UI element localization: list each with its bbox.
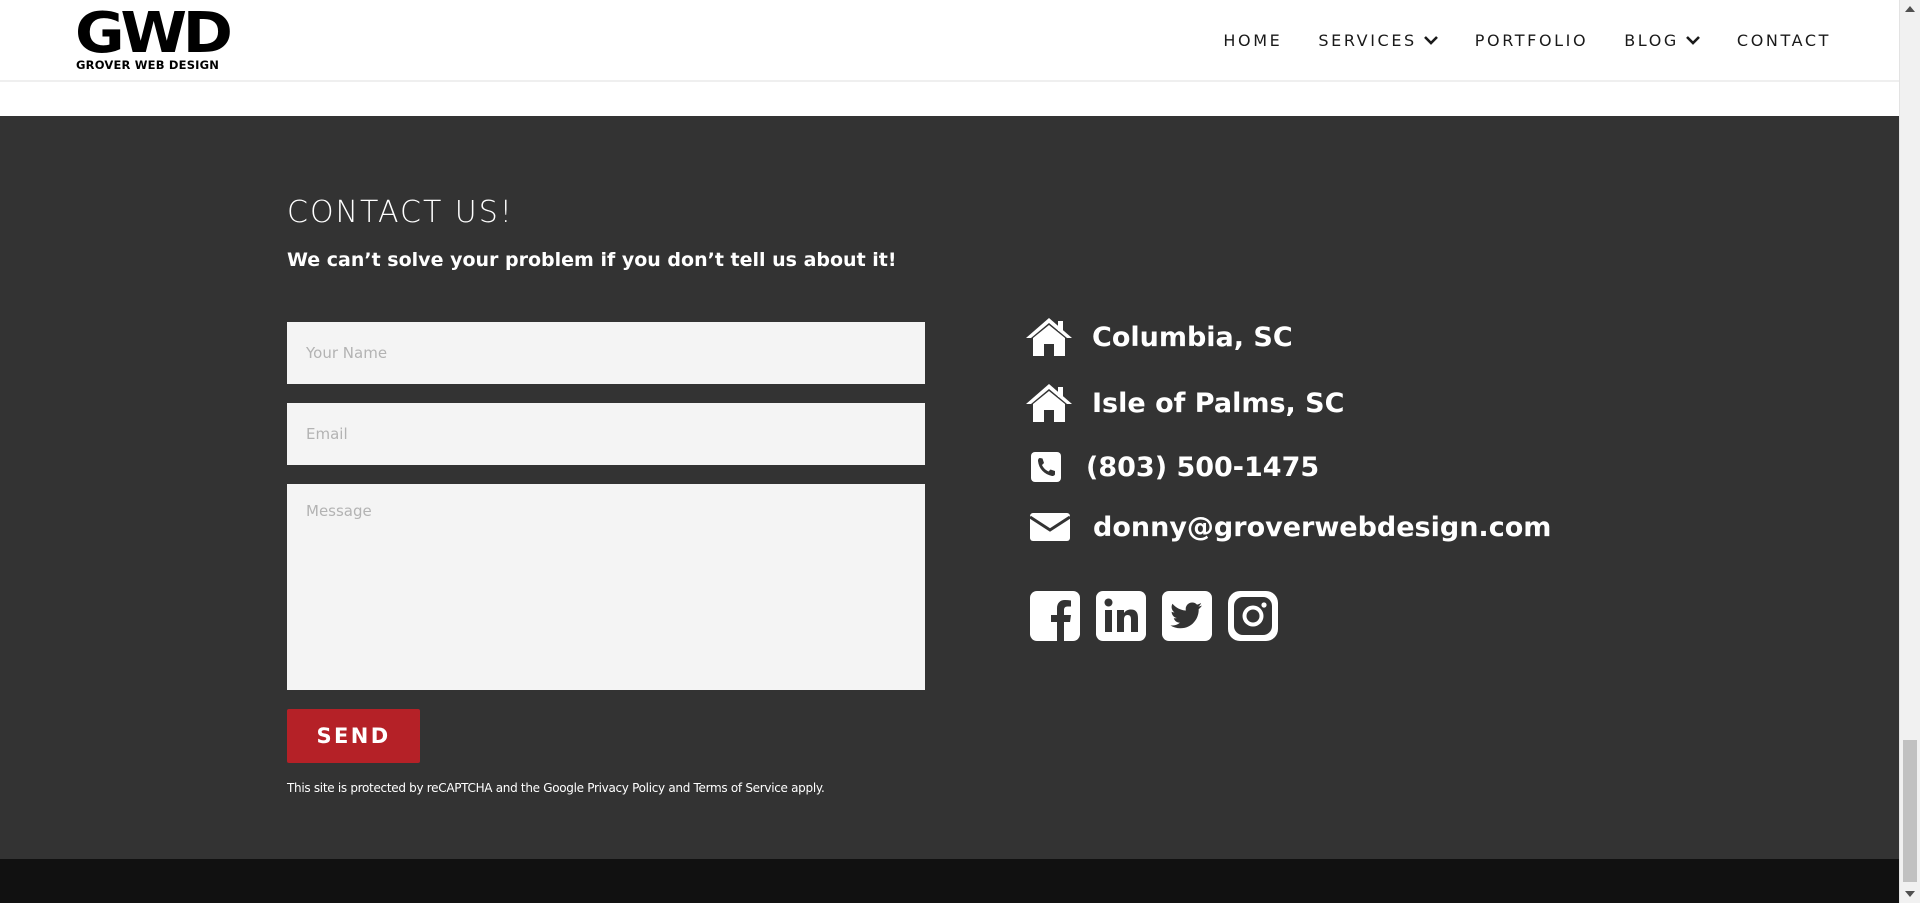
vertical-scrollbar[interactable] [1899,0,1920,903]
location-isle-of-palms: Isle of Palms, SC [1024,382,1344,424]
name-input[interactable] [287,322,925,384]
nav-label: HOME [1223,30,1283,50]
email-row[interactable]: donny@groverwebdesign.com [1029,511,1551,543]
nav-label: SERVICES [1318,30,1417,50]
scrollbar-thumb[interactable] [1903,740,1917,882]
site-header: GWD GROVER WEB DESIGN HOME SERVICES PORT… [0,0,1899,82]
contact-section: CONTACT US! We can’t solve your problem … [0,116,1899,859]
location-text: Isle of Palms, SC [1092,387,1345,419]
chevron-down-icon[interactable] [1685,32,1701,48]
envelope-icon [1029,511,1071,543]
social-links [1029,590,1293,642]
send-button[interactable]: SEND [287,709,420,763]
nav-label: CONTACT [1736,30,1831,50]
nav-item-contact[interactable]: CONTACT [1737,31,1831,50]
phone-row[interactable]: (803) 500-1475 [1031,451,1319,483]
logo[interactable]: GWD GROVER WEB DESIGN [75,6,233,74]
twitter-icon[interactable] [1161,590,1213,642]
location-text: Columbia, SC [1092,321,1293,353]
location-columbia: Columbia, SC [1024,316,1293,358]
phone-text[interactable]: (803) 500-1475 [1086,452,1319,483]
recaptcha-notice: This site is protected by reCAPTCHA and … [287,781,825,795]
nav-item-services[interactable]: SERVICES [1318,31,1438,50]
footer-band [0,859,1899,903]
logo-text: GROVER WEB DESIGN [76,58,220,72]
logo-mark: GWD [75,1,233,66]
home-icon [1024,316,1074,358]
email-text[interactable]: donny@groverwebdesign.com [1093,512,1551,543]
phone-icon [1031,451,1061,483]
nav-label: PORTFOLIO [1474,30,1589,50]
chevron-down-icon[interactable] [1423,32,1439,48]
home-icon [1024,382,1074,424]
linkedin-icon[interactable] [1095,590,1147,642]
main-nav: HOME SERVICES PORTFOLIO BLOG CONTACT [1187,0,1831,80]
section-title: CONTACT US! [287,195,514,230]
message-textarea[interactable] [287,484,925,690]
nav-item-blog[interactable]: BLOG [1624,31,1701,50]
nav-item-portfolio[interactable]: PORTFOLIO [1475,31,1588,50]
facebook-icon[interactable] [1029,590,1081,642]
scroll-down-arrow-icon[interactable] [1905,891,1915,897]
section-subtitle: We can’t solve your problem if you don’t… [287,249,897,271]
nav-label: BLOG [1624,30,1679,50]
instagram-icon[interactable] [1227,590,1279,642]
scroll-up-arrow-icon[interactable] [1905,6,1915,12]
email-input[interactable] [287,403,925,465]
nav-item-home[interactable]: HOME [1223,31,1282,50]
